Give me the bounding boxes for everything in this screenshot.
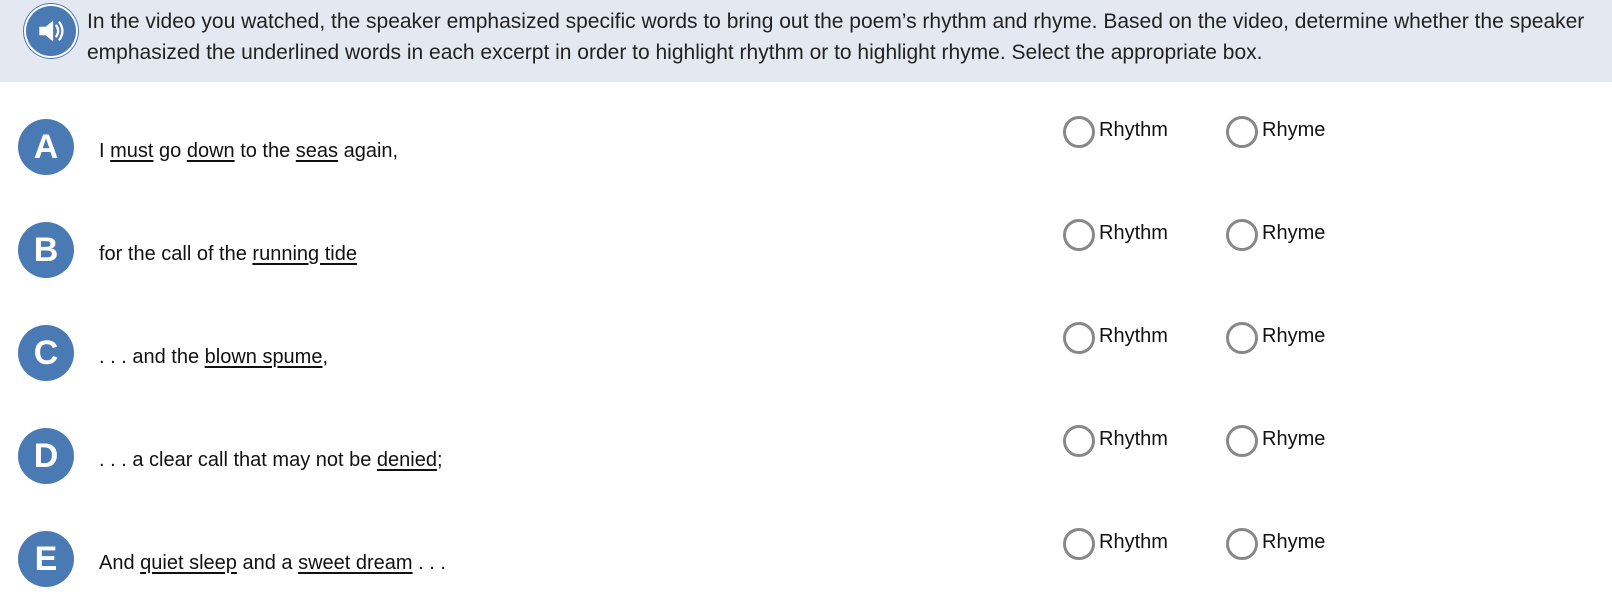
question-prompt-bar: In the video you watched, the speaker em… xyxy=(0,0,1612,82)
rhyme-option-label[interactable]: Rhyme xyxy=(1262,531,1325,554)
rhyme-option-label[interactable]: Rhyme xyxy=(1262,222,1325,245)
rhyme-option-e[interactable]: Rhyme xyxy=(1226,528,1325,560)
rhythm-radio-button[interactable] xyxy=(1063,219,1095,251)
rhyme-radio-button[interactable] xyxy=(1226,322,1258,354)
underlined-word: denied xyxy=(376,449,437,471)
speaker-volume-icon xyxy=(39,20,64,42)
rhythm-radio-button[interactable] xyxy=(1063,528,1095,560)
rhyme-option-label[interactable]: Rhyme xyxy=(1262,119,1325,142)
rhyme-option-d[interactable]: Rhyme xyxy=(1226,425,1325,457)
excerpt-text: . . . a clear call that may not be denie… xyxy=(99,448,443,472)
underlined-word: running tide xyxy=(252,243,357,265)
underlined-word: blown spume xyxy=(204,346,323,368)
rhythm-option-c[interactable]: Rhythm xyxy=(1063,322,1168,354)
item-letter-badge: B xyxy=(18,222,74,278)
rhythm-option-b[interactable]: Rhythm xyxy=(1063,219,1168,251)
rhyme-radio-button[interactable] xyxy=(1226,425,1258,457)
rhyme-radio-button[interactable] xyxy=(1226,528,1258,560)
excerpt-text: And quiet sleep and a sweet dream . . . xyxy=(99,551,446,575)
audio-play-button[interactable] xyxy=(24,4,78,58)
item-letter-badge: C xyxy=(18,325,74,381)
excerpt-segment: to the xyxy=(234,140,296,162)
item-letter-badge: D xyxy=(18,428,74,484)
excerpt-segment: again, xyxy=(338,140,399,162)
rhythm-option-d[interactable]: Rhythm xyxy=(1063,425,1168,457)
excerpt-row-a: A I must go down to the seas again, Rhythm… xyxy=(0,116,1612,179)
rhythm-option-a[interactable]: Rhythm xyxy=(1063,116,1168,148)
excerpt-segment: and a xyxy=(236,552,299,574)
excerpt-segment: . . . xyxy=(412,552,446,574)
excerpt-row-d: D . . . a clear call that may not be deni… xyxy=(0,425,1612,488)
excerpt-segment: for the call of the xyxy=(99,243,253,265)
rhyme-option-b[interactable]: Rhyme xyxy=(1226,219,1325,251)
excerpt-text: for the call of the running tide xyxy=(99,242,357,266)
underlined-word: seas xyxy=(295,140,339,162)
item-letter-badge: A xyxy=(18,119,74,175)
underlined-word: sweet dream xyxy=(298,552,413,574)
item-letter-badge: E xyxy=(18,531,74,587)
underlined-word: must xyxy=(110,140,154,162)
question-prompt-text: In the video you watched, the speaker em… xyxy=(87,10,1585,64)
underlined-word: down xyxy=(186,140,235,162)
rhythm-radio-button[interactable] xyxy=(1063,425,1095,457)
excerpt-row-c: C . . . and the blown spume, Rhythm Rhyme xyxy=(0,322,1612,385)
rhyme-option-label[interactable]: Rhyme xyxy=(1262,325,1325,348)
rhythm-option-e[interactable]: Rhythm xyxy=(1063,528,1168,560)
rhythm-option-label[interactable]: Rhythm xyxy=(1099,119,1168,142)
excerpt-segment: I xyxy=(99,140,111,162)
excerpt-text: . . . and the blown spume, xyxy=(99,345,328,369)
excerpt-segment: . . . a clear call that may not be xyxy=(99,449,377,471)
excerpt-segment: , xyxy=(322,346,329,368)
rhythm-option-label[interactable]: Rhythm xyxy=(1099,325,1168,348)
excerpt-segment: . . . and the xyxy=(99,346,205,368)
rhythm-radio-button[interactable] xyxy=(1063,116,1095,148)
underlined-word: quiet sleep xyxy=(140,552,237,574)
rhythm-radio-button[interactable] xyxy=(1063,322,1095,354)
rhythm-option-label[interactable]: Rhythm xyxy=(1099,428,1168,451)
excerpt-segment: And xyxy=(99,552,141,574)
excerpt-segment: ; xyxy=(436,449,443,471)
rhyme-radio-button[interactable] xyxy=(1226,116,1258,148)
rhyme-option-c[interactable]: Rhyme xyxy=(1226,322,1325,354)
excerpt-segment: go xyxy=(153,140,187,162)
excerpt-row-b: Bfor the call of the running tide Rhythm R… xyxy=(0,219,1612,282)
rhyme-radio-button[interactable] xyxy=(1226,219,1258,251)
excerpt-text: I must go down to the seas again, xyxy=(99,139,398,163)
rhythm-option-label[interactable]: Rhythm xyxy=(1099,222,1168,245)
rhyme-option-a[interactable]: Rhyme xyxy=(1226,116,1325,148)
rhyme-option-label[interactable]: Rhyme xyxy=(1262,428,1325,451)
rhythm-option-label[interactable]: Rhythm xyxy=(1099,531,1168,554)
excerpt-row-e: E And quiet sleep and a sweet dream . . .… xyxy=(0,528,1612,591)
